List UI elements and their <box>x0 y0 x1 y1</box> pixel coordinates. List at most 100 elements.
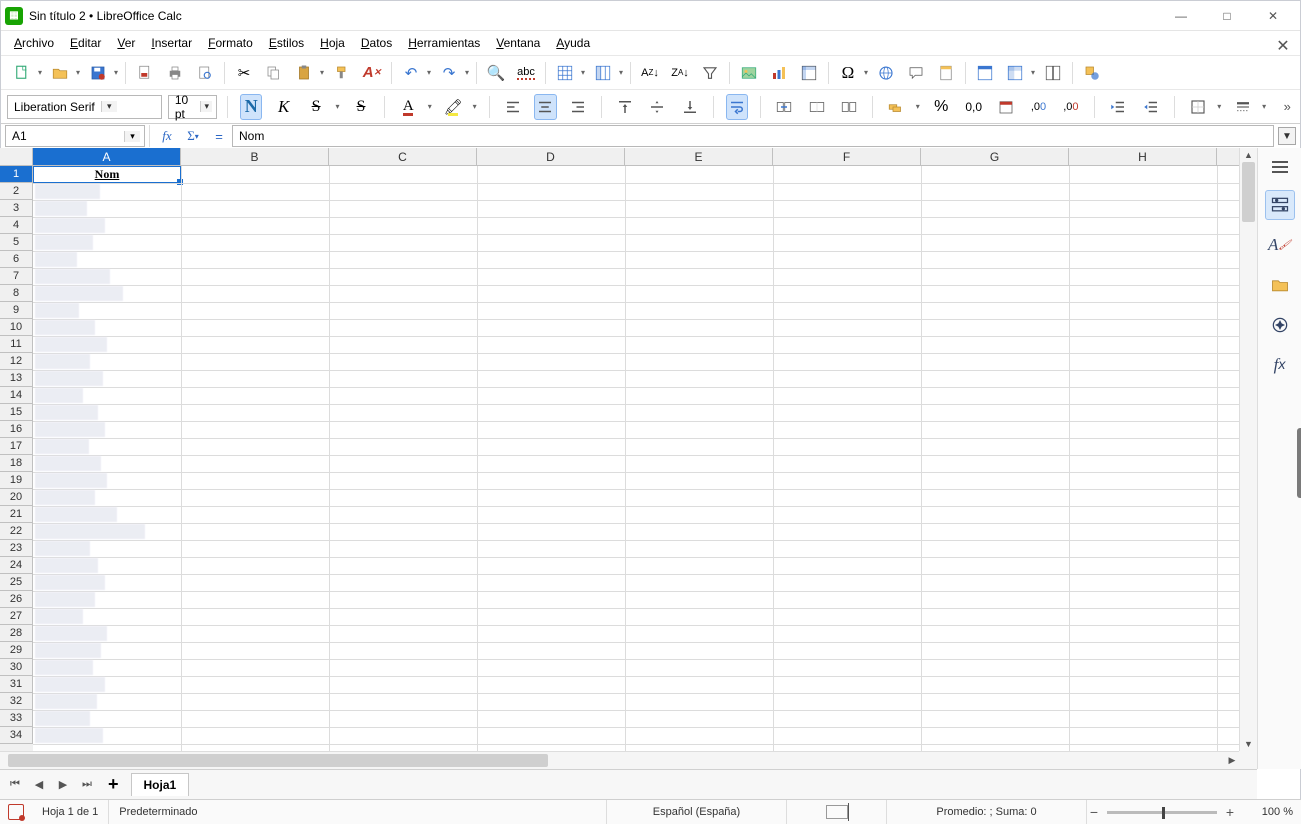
insert-mode[interactable] <box>787 800 887 824</box>
aggregate[interactable]: Promedio: ; Suma: 0 <box>887 800 1087 824</box>
comment-button[interactable] <box>903 60 929 86</box>
sidebar-grip[interactable] <box>1297 428 1301 498</box>
select-all-corner[interactable] <box>0 148 33 166</box>
close-document-button[interactable]: ✕ <box>1271 34 1295 58</box>
font-name-combo[interactable]: Liberation Serif▾ <box>7 95 162 119</box>
menu-herramientas[interactable]: Herramientas <box>401 34 487 52</box>
minimize-button[interactable]: ― <box>1158 1 1204 31</box>
row-header-3[interactable]: 3 <box>0 200 33 217</box>
menu-ver[interactable]: Ver <box>110 34 142 52</box>
align-bottom-button[interactable] <box>679 94 701 120</box>
add-decimal-button[interactable]: ,00 <box>1027 94 1049 120</box>
print-button[interactable] <box>162 60 188 86</box>
scroll-thumb[interactable] <box>8 754 548 767</box>
new-button[interactable] <box>9 60 35 86</box>
align-left-button[interactable] <box>502 94 524 120</box>
draw-shapes-button[interactable] <box>1079 60 1105 86</box>
row-button[interactable] <box>552 60 578 86</box>
row-header-20[interactable]: 20 <box>0 489 33 506</box>
new-dropdown[interactable]: ▾ <box>35 68 45 77</box>
sidebar-menu-button[interactable] <box>1265 154 1295 180</box>
row-header-17[interactable]: 17 <box>0 438 33 455</box>
font-color-dropdown[interactable]: ▾ <box>425 102 434 111</box>
col-header-E[interactable]: E <box>625 148 773 165</box>
row-header-18[interactable]: 18 <box>0 455 33 472</box>
remove-decimal-button[interactable]: ,00 <box>1060 94 1082 120</box>
row-header-13[interactable]: 13 <box>0 370 33 387</box>
font-size-combo[interactable]: 10 pt▾ <box>168 95 217 119</box>
horizontal-scrollbar[interactable]: ▶ <box>0 751 1239 769</box>
merge-center-button[interactable] <box>805 94 827 120</box>
menu-archivo[interactable]: Archivo <box>7 34 61 52</box>
wrap-text-button[interactable] <box>726 94 748 120</box>
row-header-14[interactable]: 14 <box>0 387 33 404</box>
row-dropdown[interactable]: ▾ <box>578 68 588 77</box>
row-header-16[interactable]: 16 <box>0 421 33 438</box>
copy-button[interactable] <box>261 60 287 86</box>
date-button[interactable] <box>995 94 1017 120</box>
unmerge-button[interactable] <box>838 94 860 120</box>
column-button[interactable] <box>590 60 616 86</box>
name-box[interactable]: A1▾ <box>5 125 145 147</box>
menu-ventana[interactable]: Ventana <box>489 34 547 52</box>
row-header-6[interactable]: 6 <box>0 251 33 268</box>
currency-button[interactable] <box>885 94 907 120</box>
maximize-button[interactable]: □ <box>1204 1 1250 31</box>
language[interactable]: Español (España) <box>607 800 787 824</box>
prev-sheet-button[interactable]: ◀ <box>30 775 48 795</box>
open-dropdown[interactable]: ▾ <box>73 68 83 77</box>
paste-button[interactable] <box>291 60 317 86</box>
row-header-10[interactable]: 10 <box>0 319 33 336</box>
menu-estilos[interactable]: Estilos <box>262 34 311 52</box>
sum-button[interactable]: Σ▾ <box>180 125 206 147</box>
add-sheet-button[interactable]: + <box>102 774 125 795</box>
zoom-in-button[interactable]: + <box>1223 804 1237 820</box>
row-header-26[interactable]: 26 <box>0 591 33 608</box>
redo-dropdown[interactable]: ▾ <box>462 68 472 77</box>
menu-ayuda[interactable]: Ayuda <box>549 34 597 52</box>
strikethrough-button[interactable]: S <box>350 94 372 120</box>
special-char-button[interactable]: Ω <box>835 60 861 86</box>
clone-format-button[interactable] <box>329 60 355 86</box>
functions-panel-button[interactable]: fx <box>1265 350 1295 380</box>
paste-dropdown[interactable]: ▾ <box>317 68 327 77</box>
row-header-27[interactable]: 27 <box>0 608 33 625</box>
page-style[interactable]: Predeterminado <box>109 800 607 824</box>
sort-desc-button[interactable]: ZA↓ <box>667 60 693 86</box>
find-button[interactable]: 🔍 <box>483 60 509 86</box>
row-header-33[interactable]: 33 <box>0 710 33 727</box>
equals-button[interactable]: = <box>206 125 232 147</box>
save-dropdown[interactable]: ▾ <box>111 68 121 77</box>
spellcheck-button[interactable]: abc <box>513 60 539 86</box>
border-style-button[interactable] <box>1231 94 1253 120</box>
special-char-dropdown[interactable]: ▾ <box>861 68 871 77</box>
row-header-34[interactable]: 34 <box>0 727 33 744</box>
zoom-value[interactable]: 100 % <box>1243 806 1293 818</box>
function-wizard-button[interactable]: fx <box>154 125 180 147</box>
row-header-30[interactable]: 30 <box>0 659 33 676</box>
row-header-9[interactable]: 9 <box>0 302 33 319</box>
menu-formato[interactable]: Formato <box>201 34 260 52</box>
decrease-indent-button[interactable] <box>1139 94 1161 120</box>
row-header-28[interactable]: 28 <box>0 625 33 642</box>
open-button[interactable] <box>47 60 73 86</box>
export-pdf-button[interactable] <box>132 60 158 86</box>
bold-button[interactable]: N <box>240 94 262 120</box>
row-header-5[interactable]: 5 <box>0 234 33 251</box>
last-sheet-button[interactable]: ⏭ <box>78 775 96 795</box>
scroll-down-icon[interactable]: ▼ <box>1240 737 1257 751</box>
insert-pivot-button[interactable] <box>796 60 822 86</box>
styles-panel-button[interactable]: A🖌 <box>1265 230 1295 260</box>
menu-datos[interactable]: Datos <box>354 34 399 52</box>
cut-button[interactable]: ✂ <box>231 60 257 86</box>
align-middle-button[interactable] <box>646 94 668 120</box>
insert-image-button[interactable] <box>736 60 762 86</box>
row-header-7[interactable]: 7 <box>0 268 33 285</box>
col-header-D[interactable]: D <box>477 148 625 165</box>
row-header-29[interactable]: 29 <box>0 642 33 659</box>
row-header-31[interactable]: 31 <box>0 676 33 693</box>
redo-button[interactable]: ↷ <box>436 60 462 86</box>
formula-expand-button[interactable]: ▼ <box>1278 127 1296 145</box>
row-header-11[interactable]: 11 <box>0 336 33 353</box>
properties-panel-button[interactable] <box>1265 190 1295 220</box>
